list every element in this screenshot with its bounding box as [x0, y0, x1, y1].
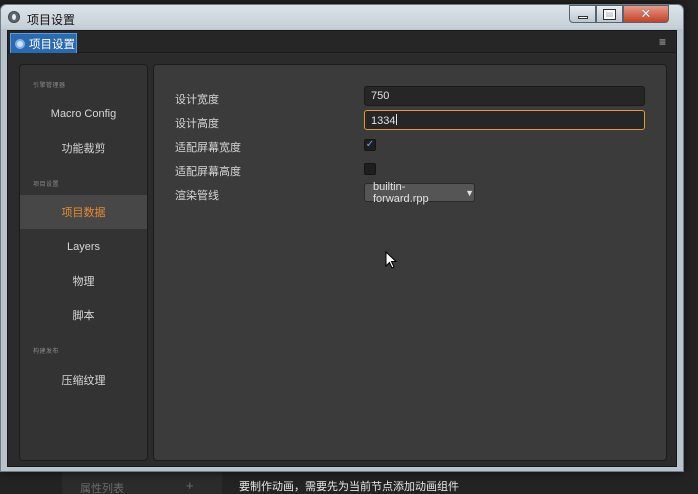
fit-height-label: 适配屏幕高度 — [175, 166, 241, 178]
tab-project-settings[interactable]: 项目设置 — [10, 33, 77, 53]
window-controls: ✕ — [569, 5, 669, 23]
window-client: 项目设置 ≡ 引擎管理器 Macro Config 功能裁剪 项目设置 项目数据… — [7, 30, 677, 467]
text-caret — [396, 114, 398, 125]
fit-height-checkbox[interactable] — [364, 163, 376, 175]
sidebar-item-macro-config[interactable]: Macro Config — [20, 97, 147, 131]
settings-sidebar: 引擎管理器 Macro Config 功能裁剪 项目设置 项目数据 Layers… — [19, 64, 148, 461]
design-width-input[interactable]: 750 — [364, 86, 645, 106]
sidebar-item-label: Layers — [66, 241, 101, 253]
fit-width-checkbox[interactable]: ✓ — [364, 139, 376, 151]
render-pipeline-select[interactable]: builtin-forward.rpp ▼ — [364, 180, 475, 205]
sidebar-group-project: 项目设置 — [33, 182, 60, 188]
maximize-button[interactable] — [596, 5, 623, 23]
design-width-label: 设计宽度 — [175, 94, 219, 106]
title-bar[interactable]: 项目设置 ✕ — [1, 5, 683, 29]
minimize-button[interactable] — [569, 5, 596, 23]
design-height-value: 1334 — [371, 115, 396, 127]
close-icon: ✕ — [640, 6, 652, 21]
sidebar-group-build: 构建发布 — [33, 349, 60, 355]
sidebar-item-texture-compression[interactable]: 压缩纹理 — [20, 363, 147, 397]
app-icon — [8, 11, 20, 23]
mouse-pointer-icon — [385, 251, 397, 269]
sidebar-item-scripts[interactable]: 脚本 — [20, 298, 147, 332]
tab-label: 项目设置 — [29, 38, 75, 51]
settings-icon — [15, 38, 25, 49]
check-icon: ✓ — [365, 139, 375, 150]
tab-bar: 项目设置 ≡ — [8, 31, 676, 53]
sidebar-item-project-data[interactable]: 项目数据 — [20, 195, 147, 229]
design-width-value: 750 — [371, 90, 390, 102]
sidebar-group-engine: 引擎管理器 — [33, 83, 66, 89]
minimize-icon — [577, 15, 588, 19]
close-button[interactable]: ✕ — [623, 5, 669, 23]
window-title: 项目设置 — [27, 13, 76, 27]
sidebar-item-label: 功能裁剪 — [61, 143, 106, 155]
sidebar-item-physics[interactable]: 物理 — [20, 264, 147, 298]
settings-content: 设计宽度 750 设计高度 1334 适配屏幕宽度 ✓ 适配屏幕高度 渲染管线 … — [153, 64, 667, 461]
maximize-icon — [603, 8, 616, 20]
render-pipeline-label: 渲染管线 — [175, 190, 219, 202]
project-settings-window: 项目设置 ✕ 项目设置 ≡ 引擎管理器 Macro Config 功能裁剪 项目… — [0, 4, 684, 472]
sidebar-item-label: 脚本 — [72, 310, 95, 322]
design-height-label: 设计高度 — [175, 118, 219, 130]
fit-width-label: 适配屏幕宽度 — [175, 142, 241, 154]
sidebar-item-label: 压缩纹理 — [61, 375, 106, 387]
render-pipeline-value: builtin-forward.rpp — [373, 180, 429, 205]
sidebar-item-layers[interactable]: Layers — [20, 230, 147, 264]
sidebar-item-label: 项目数据 — [61, 207, 106, 219]
status-message: 要制作动画，需要先为当前节点添加动画组件 — [239, 481, 459, 493]
sidebar-item-feature-crop[interactable]: 功能裁剪 — [20, 131, 147, 165]
chevron-down-icon: ▼ — [465, 187, 474, 198]
sidebar-item-label: Macro Config — [50, 108, 117, 120]
sidebar-item-label: 物理 — [72, 276, 95, 288]
menu-icon[interactable]: ≡ — [659, 35, 666, 49]
design-height-input[interactable]: 1334 — [364, 110, 645, 130]
